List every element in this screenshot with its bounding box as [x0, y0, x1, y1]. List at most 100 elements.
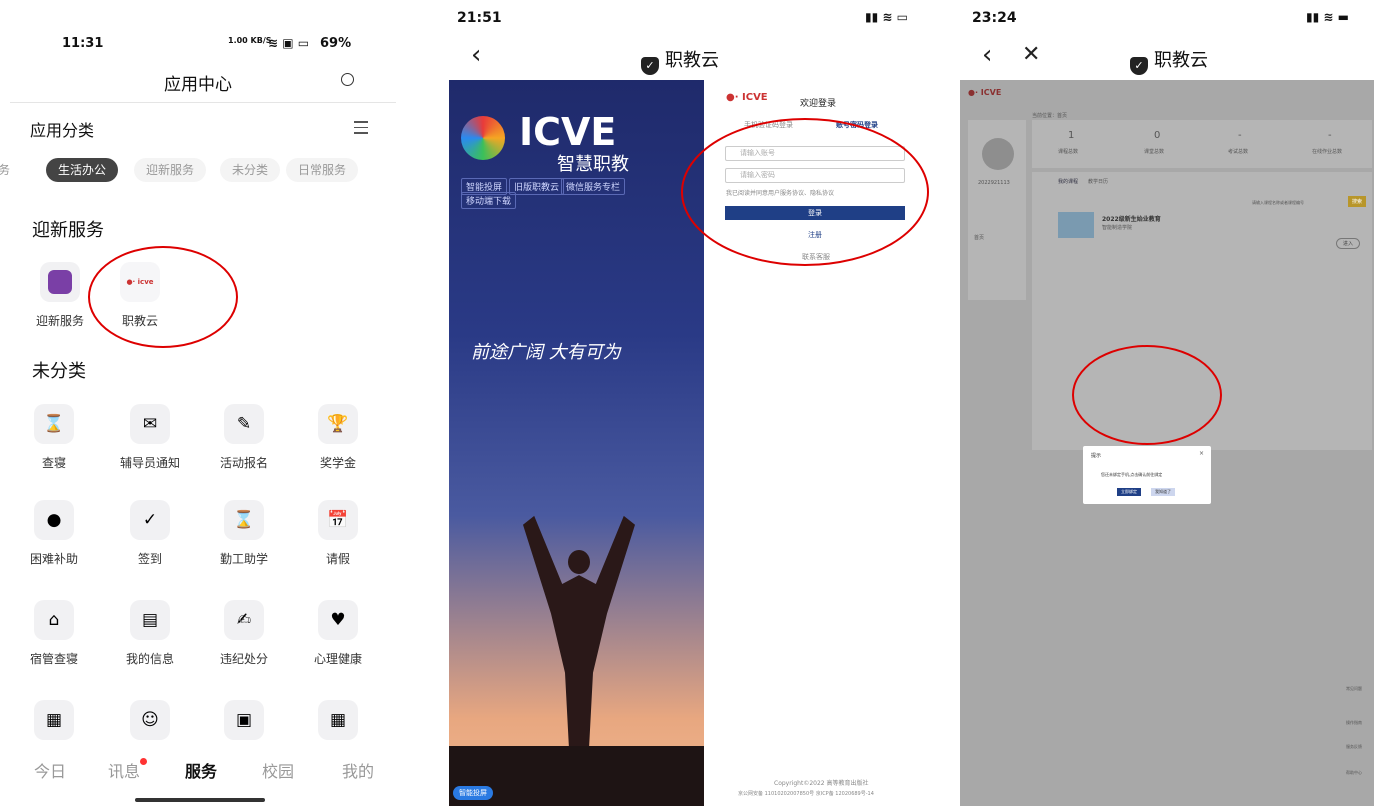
course-search-input[interactable]: 请输入课程名称或者课程编号: [1252, 200, 1304, 206]
chip-partial[interactable]: 务: [0, 158, 22, 182]
search-icon[interactable]: [341, 73, 354, 86]
icve-small-logo: ●· ICVE: [968, 88, 1002, 97]
app-tile[interactable]: ✍ 违纪处分: [204, 600, 284, 667]
app-label: 活动报名: [219, 456, 268, 470]
tool-guide[interactable]: 操作指南: [1346, 720, 1362, 726]
battery-level: 69%: [320, 36, 352, 51]
tab-bar: 今日 讯息 服务 校园 我的: [0, 758, 396, 782]
annotation-circle: [1072, 345, 1222, 445]
app-tile[interactable]: 📅 请假: [298, 500, 378, 567]
nav-title-text: 职教云: [1154, 50, 1208, 71]
divider: [10, 102, 396, 103]
app-tile[interactable]: ☺: [110, 700, 190, 750]
app-label: 困难补助: [29, 552, 78, 566]
app-tile[interactable]: ✓ 签到: [110, 500, 190, 567]
category-header: 应用分类: [30, 121, 95, 140]
course-title[interactable]: 2022级新生始业教育: [1102, 214, 1161, 223]
hero-slogan: 前途广阔 大有可为: [471, 342, 621, 363]
enter-button[interactable]: 进入: [1336, 238, 1361, 249]
app-tile[interactable]: ▦: [14, 700, 94, 750]
leave-calendar-icon: 📅: [318, 500, 358, 540]
app-tile[interactable]: ▦: [298, 700, 378, 750]
tag-old-version[interactable]: 旧版职教云: [509, 178, 565, 195]
app-tile[interactable]: ⌂ 宿管查寝: [14, 600, 94, 667]
chip-daily[interactable]: 日常服务: [286, 158, 359, 182]
page-title: 应用中心: [164, 75, 232, 95]
chip-welcome[interactable]: 迎新服务: [134, 158, 207, 182]
stat-homework-label: 在线作业总数: [1312, 149, 1343, 155]
breadcrumb: 当前位置：首页: [1032, 113, 1068, 119]
close-icon[interactable]: ✕: [1022, 42, 1040, 67]
tab-calendar[interactable]: 教学日历: [1088, 178, 1108, 185]
app-tile[interactable]: 🏆 奖学金: [298, 404, 378, 471]
status-bar: 11:31 1.00 KB/S ≋ ▣ ▭ 69%: [0, 0, 396, 51]
status-time: 23:24: [972, 10, 1017, 26]
dismiss-button[interactable]: 我知道了: [1151, 488, 1175, 496]
annotation-circle: [681, 118, 929, 266]
network-speed: 1.00 KB/S: [228, 36, 272, 45]
menu-icon[interactable]: [354, 121, 368, 138]
signup-icon: ✎: [224, 404, 264, 444]
status-time: 21:51: [457, 10, 502, 26]
status-bar: 21:51 ▮▮ ≋ ▭: [445, 0, 930, 40]
app-tile[interactable]: ⌛ 勤工助学: [204, 500, 284, 567]
app-tile[interactable]: ♥ 心理健康: [298, 600, 378, 667]
logo-text: ICVE: [519, 110, 617, 154]
annotation-circle: [88, 246, 238, 348]
dorm-check-icon: ⌛: [34, 404, 74, 444]
bind-phone-dialog: 提示 × 您还未绑定手机,点击确认前往绑定 立即绑定 我知道了: [1083, 446, 1211, 504]
app-tile[interactable]: ✉ 辅导员通知: [110, 404, 190, 471]
app-label: 勤工助学: [219, 552, 268, 566]
close-icon[interactable]: ×: [1199, 450, 1204, 457]
stat-exams-label: 考试总数: [1228, 149, 1249, 155]
tab-campus[interactable]: 校园: [262, 758, 294, 782]
smart-cast-float[interactable]: 智能投屏: [453, 786, 493, 800]
tool-feedback[interactable]: 服务反馈: [1346, 744, 1362, 750]
footer-copyright: Copyright©2022 高等教育出版社: [774, 780, 869, 787]
stat-courses-value: 1: [1068, 130, 1075, 141]
document-icon: ▣: [224, 700, 264, 740]
section-welcome: 迎新服务: [32, 220, 104, 241]
tab-mine[interactable]: 我的: [342, 758, 374, 782]
chip-uncategorized[interactable]: 未分类: [220, 158, 281, 182]
back-icon[interactable]: ‹: [982, 40, 992, 70]
tab-my-courses[interactable]: 我的课程: [1058, 178, 1078, 185]
person-head: [568, 550, 590, 574]
dialog-title: 提示: [1091, 453, 1102, 459]
tab-service[interactable]: 服务: [185, 758, 217, 782]
tab-messages[interactable]: 讯息: [108, 758, 140, 782]
icve-home-screen: 23:24 ▮▮ ≋ ▬ ‹ ✕ ✓ 职教云 ●· ICVE 当前位置：首页 20…: [960, 0, 1374, 806]
app-tile[interactable]: ● 困难补助: [14, 500, 94, 567]
app-label: 心理健康: [313, 652, 362, 666]
app-label: 奖学金: [319, 456, 356, 470]
search-button[interactable]: 搜索: [1348, 196, 1367, 207]
tag-mobile-download[interactable]: 移动端下载: [461, 192, 517, 209]
app-tile[interactable]: ▤ 我的信息: [110, 600, 190, 667]
app-label: 我的信息: [125, 652, 174, 666]
course-school: 智能制造学院: [1102, 225, 1133, 231]
logo-subtitle: 智慧职教: [557, 154, 629, 175]
app-label: 请假: [325, 552, 350, 566]
app-center-screen: 11:31 1.00 KB/S ≋ ▣ ▭ 69% 应用中心 应用分类 务 生活…: [0, 0, 396, 806]
nav-bar: ‹ ✕ ✓ 职教云: [960, 40, 1374, 75]
app-tile[interactable]: ▣: [204, 700, 284, 750]
stat-courses-label: 课程总数: [1058, 149, 1079, 155]
app-label: 查寝: [41, 456, 66, 470]
tag-wechat[interactable]: 微信服务专栏: [561, 178, 626, 195]
app-tile[interactable]: ⌛ 查寝: [14, 404, 94, 471]
id-card-icon: ▤: [130, 600, 170, 640]
app-label: 签到: [137, 552, 162, 566]
app-label: 辅导员通知: [119, 456, 180, 470]
dorm-home-icon: ⌂: [34, 600, 74, 640]
app-tile[interactable]: ✎ 活动报名: [204, 404, 284, 471]
chip-office[interactable]: 生活办公: [46, 158, 119, 182]
tool-faq[interactable]: 常见问题: [1346, 686, 1362, 692]
vooc-calendar-icon: ▦: [318, 700, 358, 740]
back-icon[interactable]: ‹: [471, 40, 481, 70]
heart-icon: ♥: [318, 600, 358, 640]
menu-home[interactable]: 首页: [974, 234, 984, 241]
stat-classes-label: 课堂总数: [1144, 149, 1165, 155]
tool-help[interactable]: 帮助中心: [1346, 770, 1362, 776]
bind-now-button[interactable]: 立即绑定: [1117, 488, 1141, 496]
tab-today[interactable]: 今日: [34, 758, 66, 782]
